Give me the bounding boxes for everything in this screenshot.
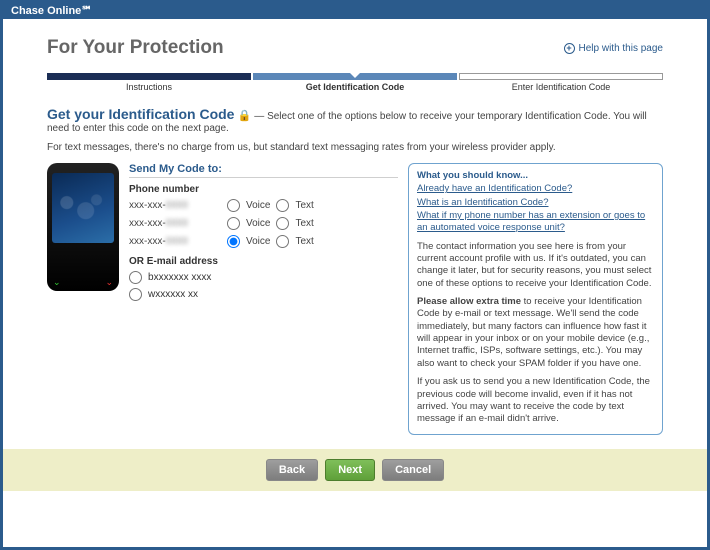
progress-stepper: Instructions Get Identification Code Ent… — [47, 73, 663, 92]
email2-radio[interactable] — [129, 288, 142, 301]
phone-option-2: xxx-xxx-0000 Voice Text — [129, 217, 398, 230]
sms-rate-note: For text messages, there's no charge fro… — [47, 142, 663, 153]
info-link-already-have[interactable]: Already have an Identification Code? — [417, 183, 654, 195]
help-link-label: Help with this page — [579, 43, 664, 54]
page-title: For Your Protection — [47, 37, 224, 59]
next-button[interactable]: Next — [325, 459, 375, 481]
phone-illustration: ⌄⌄ — [47, 163, 119, 291]
info-title: What you should know... — [417, 170, 654, 182]
phone-group-label: Phone number — [129, 184, 398, 195]
phone2-text-radio[interactable] — [276, 217, 289, 230]
step-enter-code: Enter Identification Code — [459, 73, 663, 92]
info-panel: What you should know... Already have an … — [408, 163, 663, 435]
email-option-2: wxxxxxx xx — [129, 288, 398, 301]
content-area: For Your Protection + Help with this pag… — [3, 19, 707, 547]
phone2-voice-radio[interactable] — [227, 217, 240, 230]
phone1-voice-radio[interactable] — [227, 199, 240, 212]
phone1-text-radio[interactable] — [276, 199, 289, 212]
help-link[interactable]: + Help with this page — [564, 43, 664, 54]
info-link-what-is[interactable]: What is an Identification Code? — [417, 197, 654, 209]
email-group-label: OR E-mail address — [129, 256, 398, 267]
phone-option-3: xxx-xxx-0000 Voice Text — [129, 235, 398, 248]
lock-icon: 🔒 — [238, 110, 252, 122]
phone-option-1: xxx-xxx-0000 Voice Text — [129, 199, 398, 212]
phone3-text-radio[interactable] — [276, 235, 289, 248]
info-paragraph-1: The contact information you see here is … — [417, 241, 654, 290]
info-link-extension[interactable]: What if my phone number has an extension… — [417, 210, 654, 235]
plus-icon: + — [564, 43, 575, 54]
info-paragraph-3: If you ask us to send you a new Identifi… — [417, 376, 654, 425]
form-heading: Send My Code to: — [129, 163, 398, 178]
chevron-down-icon — [350, 73, 360, 78]
email1-radio[interactable] — [129, 271, 142, 284]
section-title: Get your Identification Code — [47, 106, 234, 122]
phone3-voice-radio[interactable] — [227, 235, 240, 248]
step-instructions: Instructions — [47, 73, 251, 92]
back-button[interactable]: Back — [266, 459, 318, 481]
step-get-code: Get Identification Code — [253, 73, 457, 92]
window-title: Chase Online℠ — [3, 3, 707, 19]
action-bar: Back Next Cancel — [3, 449, 707, 491]
info-paragraph-2: Please allow extra time to receive your … — [417, 296, 654, 370]
cancel-button[interactable]: Cancel — [382, 459, 444, 481]
delivery-form: Send My Code to: Phone number xxx-xxx-00… — [129, 163, 398, 435]
email-option-1: bxxxxxxx xxxx — [129, 271, 398, 284]
app-window: Chase Online℠ For Your Protection + Help… — [0, 0, 710, 550]
